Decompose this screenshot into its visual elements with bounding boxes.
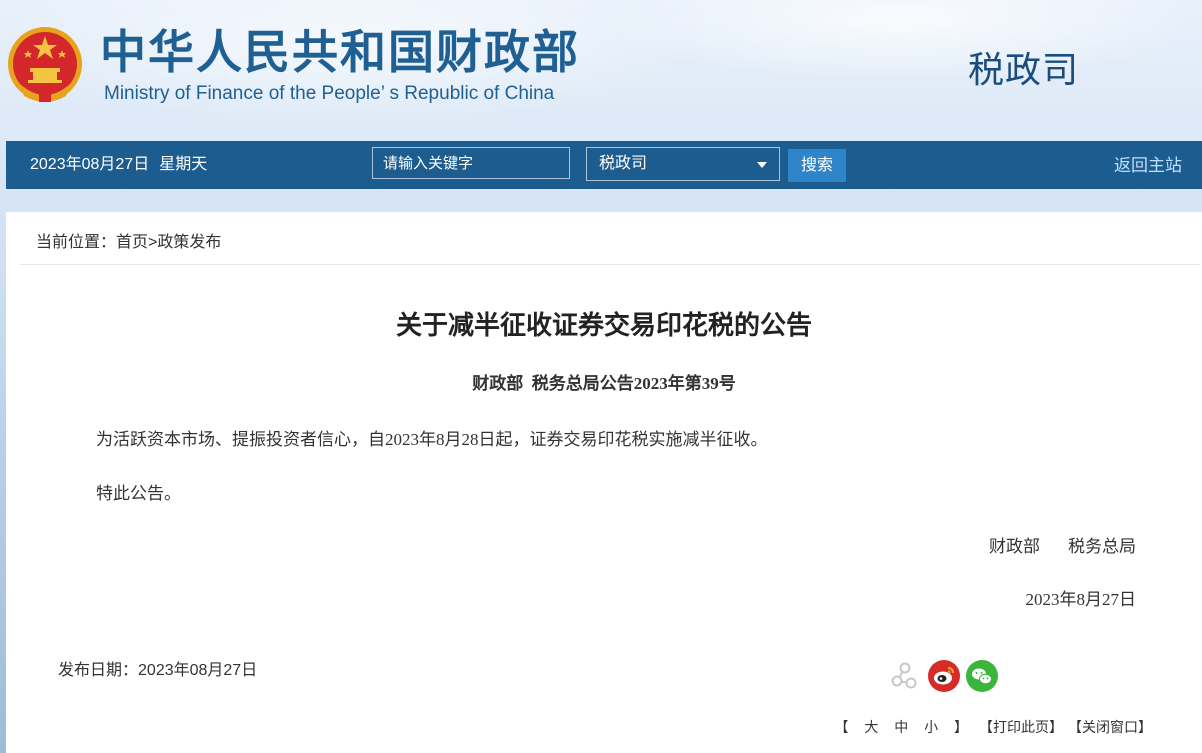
scope-selected-value: 税政司 — [599, 155, 648, 172]
breadcrumb: 当前位置：首页>政策发布 — [36, 232, 221, 254]
search-input[interactable] — [372, 147, 570, 179]
search-button[interactable]: 搜索 — [788, 149, 846, 182]
signatory: 税务总局 — [1068, 537, 1136, 556]
article-title: 关于减半征收证券交易印花税的公告 — [395, 310, 812, 340]
weekday-text: 星期天 — [159, 156, 208, 173]
content-panel: 当前位置：首页>政策发布 关于减半征收证券交易印花税的公告 财政部 税务总局公告… — [6, 212, 1202, 753]
publish-date-value: 2023年08月27日 — [138, 662, 258, 679]
return-home-link[interactable]: 返回主站 — [1114, 155, 1182, 177]
department-name: 税政司 — [968, 49, 1080, 90]
search-scope-select[interactable]: 税政司 — [586, 147, 780, 181]
sign-date: 2023年8月27日 — [1025, 590, 1137, 609]
share-bar — [888, 660, 1000, 694]
wechat-icon[interactable] — [966, 660, 998, 692]
signatory: 财政部 — [989, 537, 1040, 556]
breadcrumb-home-link[interactable]: 首页 — [116, 234, 148, 251]
date-text: 2023年08月27日 — [30, 156, 150, 173]
chevron-down-icon — [757, 162, 767, 168]
publish-date-label: 发布日期： — [58, 662, 139, 679]
breadcrumb-section-link[interactable]: 政策发布 — [157, 234, 221, 251]
site-header: 中华人民共和国财政部 Ministry of Finance of the Pe… — [0, 0, 1202, 140]
signatories: 财政部 税务总局 — [989, 534, 1136, 560]
divider — [20, 264, 1200, 265]
font-size-control[interactable]: 【 大 中 小 】 — [834, 719, 974, 735]
weibo-icon[interactable] — [928, 660, 960, 692]
publish-date: 发布日期：2023年08月27日 — [58, 660, 257, 682]
national-emblem-icon — [6, 24, 84, 106]
site-title-en: Ministry of Finance of the People’ s Rep… — [104, 83, 555, 104]
site-title-cn: 中华人民共和国财政部 — [100, 26, 580, 78]
page-tools: 【 大 中 小 】【打印此页】 【关闭窗口】 — [834, 717, 1152, 737]
article-paragraph: 特此公告。 — [96, 484, 181, 503]
share-icon[interactable] — [888, 660, 920, 692]
breadcrumb-separator: > — [148, 234, 158, 251]
navbar: 2023年08月27日星期天 税政司 搜索 返回主站 — [6, 141, 1202, 189]
document-number: 财政部 税务总局公告2023年第39号 — [472, 374, 736, 393]
article-paragraph: 为活跃资本市场、提振投资者信心，自2023年8月28日起，证券交易印花税实施减半… — [96, 430, 768, 449]
print-page-link[interactable]: 【打印此页】 — [986, 719, 1063, 735]
current-date: 2023年08月27日 星期天 — [30, 155, 207, 175]
close-window-link[interactable]: 【关闭窗口】 — [1075, 719, 1152, 735]
breadcrumb-prefix: 当前位置： — [36, 234, 117, 251]
